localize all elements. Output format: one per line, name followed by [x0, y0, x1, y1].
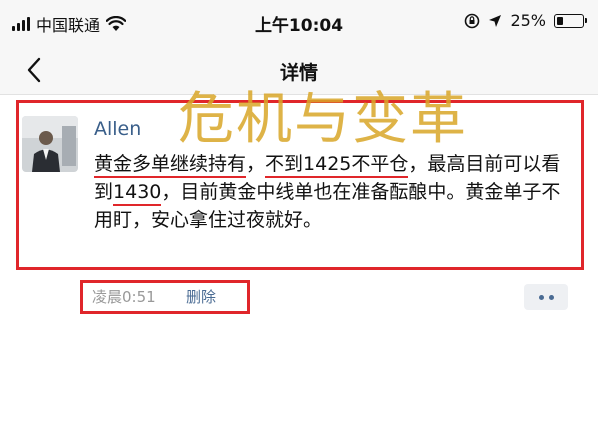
message-text: 黄金多单继续持有，不到1425不平仓，最高目前可以看到1430，目前黄金中线单也…	[94, 150, 574, 234]
dot-icon	[548, 294, 554, 300]
location-arrow-icon	[489, 14, 502, 27]
nav-bar: 详情	[0, 46, 598, 95]
author-name[interactable]: Allen	[94, 118, 141, 140]
battery-icon	[554, 13, 587, 28]
dot-icon	[538, 294, 544, 300]
underlined-segment: 不到1425不平仓	[265, 153, 409, 178]
post-time: 凌晨0:51	[92, 288, 156, 306]
text-segment: ，	[246, 153, 266, 175]
status-right: 25%	[464, 11, 587, 30]
underlined-segment: 1430	[113, 181, 162, 206]
delete-button[interactable]: 删除	[186, 286, 216, 307]
avatar[interactable]	[22, 116, 78, 172]
page-title: 详情	[279, 62, 318, 84]
battery-level	[557, 16, 563, 25]
more-button[interactable]	[524, 284, 568, 310]
underlined-segment: 黄金多单继续持有	[94, 153, 247, 178]
battery-percent: 25%	[510, 11, 546, 30]
avatar-photo	[22, 116, 78, 172]
text-segment: ，目前黄金中线单也在准备酝酿中。黄金单子不用盯，安心拿住过夜就好。	[94, 181, 561, 231]
orientation-lock-icon	[465, 13, 480, 28]
status-bar: 中国联通 上午10:04 25%	[0, 0, 598, 46]
